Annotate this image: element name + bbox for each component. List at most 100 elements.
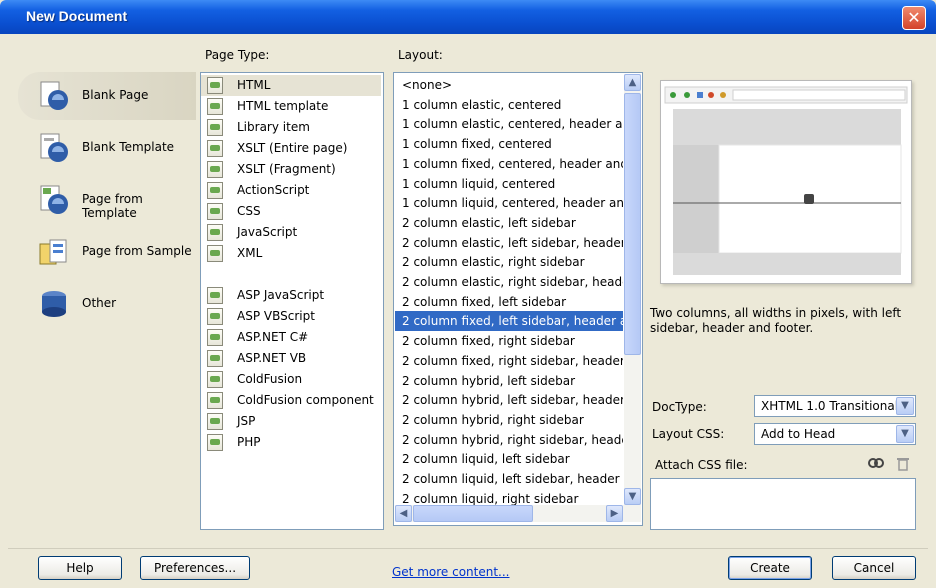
category-label: Page from Sample xyxy=(82,244,192,258)
page-type-item[interactable]: ASP VBScript xyxy=(201,306,381,327)
layout-item[interactable]: 1 column liquid, centered xyxy=(395,174,623,194)
layout-item[interactable]: 2 column elastic, right sidebar, header xyxy=(395,272,623,292)
blank-template-icon xyxy=(38,132,70,164)
horizontal-scroll-thumb[interactable] xyxy=(413,505,533,522)
layout-item[interactable]: 2 column hybrid, left sidebar, header a xyxy=(395,390,623,410)
category-blank-template[interactable]: Blank Template xyxy=(18,124,196,172)
scroll-thumb[interactable] xyxy=(624,93,641,355)
document-icon xyxy=(207,308,223,325)
page-type-item[interactable]: ColdFusion xyxy=(201,369,381,390)
layout-css-value: Add to Head xyxy=(761,427,836,441)
page-type-item-label: JavaScript xyxy=(237,225,298,239)
chevron-down-icon[interactable]: ▼ xyxy=(896,397,914,415)
page-type-item[interactable]: ASP JavaScript xyxy=(201,285,381,306)
page-type-item[interactable]: HTML template xyxy=(201,96,381,117)
page-type-item-label: ColdFusion xyxy=(237,372,303,386)
page-type-item-label: ASP VBScript xyxy=(237,309,315,323)
page-type-item[interactable]: ASP.NET VB xyxy=(201,348,381,369)
trash-icon[interactable] xyxy=(896,456,910,471)
page-type-item[interactable]: ColdFusion component xyxy=(201,390,381,411)
doctype-label: DocType: xyxy=(652,400,707,414)
layout-item[interactable]: 2 column hybrid, right sidebar, header xyxy=(395,430,623,450)
page-type-item[interactable]: XSLT (Fragment) xyxy=(201,159,381,180)
document-icon xyxy=(207,161,223,178)
layout-css-select[interactable]: Add to Head ▼ xyxy=(754,423,916,445)
page-type-label: Page Type: xyxy=(205,48,270,62)
layout-item[interactable]: 1 column fixed, centered, header and f xyxy=(395,154,623,174)
preferences-button[interactable]: Preferences... xyxy=(140,556,250,580)
doctype-value: XHTML 1.0 Transitional xyxy=(761,399,899,413)
link-icon[interactable] xyxy=(868,456,884,470)
layout-item[interactable]: 2 column elastic, left sidebar xyxy=(395,213,623,233)
scroll-right-button[interactable]: ▶ xyxy=(606,505,623,522)
category-blank-page[interactable]: Blank Page xyxy=(18,72,196,120)
title-bar[interactable]: New Document ✕ xyxy=(0,0,936,34)
scroll-left-button[interactable]: ◀ xyxy=(395,505,412,522)
layout-item[interactable]: 2 column fixed, right sidebar, header a xyxy=(395,351,623,371)
document-icon xyxy=(207,224,223,241)
layout-item[interactable]: 2 column elastic, left sidebar, header a xyxy=(395,233,623,253)
layout-item[interactable]: 2 column elastic, right sidebar xyxy=(395,252,623,272)
document-icon xyxy=(207,182,223,199)
scroll-down-button[interactable]: ▼ xyxy=(624,488,641,505)
layout-item[interactable]: <none> xyxy=(395,75,623,95)
layout-item[interactable]: 2 column hybrid, right sidebar xyxy=(395,410,623,430)
page-type-item[interactable]: Library item xyxy=(201,117,381,138)
forward-icon xyxy=(684,92,690,98)
help-button[interactable]: Help xyxy=(38,556,122,580)
layout-item[interactable]: 2 column hybrid, left sidebar xyxy=(395,371,623,391)
close-button[interactable]: ✕ xyxy=(902,6,926,30)
other-icon xyxy=(38,288,70,320)
layout-item[interactable]: 1 column elastic, centered xyxy=(395,95,623,115)
page-type-item[interactable]: CSS xyxy=(201,201,381,222)
page-type-item[interactable]: ASP.NET C# xyxy=(201,327,381,348)
category-other[interactable]: Other xyxy=(18,280,196,328)
home-icon xyxy=(720,92,726,98)
document-icon xyxy=(207,392,223,409)
layout-item[interactable]: 2 column liquid, left sidebar xyxy=(395,449,623,469)
layout-item[interactable]: 2 column liquid, right sidebar xyxy=(395,489,623,505)
category-label: Page from Template xyxy=(82,192,143,220)
chevron-down-icon[interactable]: ▼ xyxy=(896,425,914,443)
page-type-item-label: XSLT (Fragment) xyxy=(237,162,336,176)
blank-page-icon xyxy=(38,80,70,112)
page-type-item-label: JSP xyxy=(237,414,256,428)
document-icon xyxy=(207,140,223,157)
page-type-item[interactable]: XSLT (Entire page) xyxy=(201,138,381,159)
document-icon xyxy=(207,119,223,136)
page-type-item[interactable]: JavaScript xyxy=(201,222,381,243)
category-page-from-sample[interactable]: Page from Sample xyxy=(18,228,196,276)
attach-css-list[interactable] xyxy=(650,478,916,530)
preview-illustration xyxy=(664,86,908,275)
document-icon xyxy=(207,77,223,94)
scroll-up-icon: ▲ xyxy=(628,77,637,88)
layout-item[interactable]: 2 column fixed, left sidebar, header an xyxy=(395,311,623,332)
document-icon xyxy=(207,329,223,346)
page-type-item[interactable]: HTML xyxy=(201,75,381,96)
page-type-item[interactable]: JSP xyxy=(201,411,381,432)
layout-item[interactable]: 1 column fixed, centered xyxy=(395,134,623,154)
create-button[interactable]: Create xyxy=(728,556,812,580)
layout-list[interactable]: <none> 1 column elastic, centered 1 column… xyxy=(393,72,643,526)
document-icon xyxy=(207,413,223,430)
doctype-select[interactable]: XHTML 1.0 Transitional ▼ xyxy=(754,395,916,417)
page-type-item[interactable]: XML xyxy=(201,243,381,264)
layout-item[interactable]: 2 column fixed, left sidebar xyxy=(395,292,623,312)
category-page-from-template[interactable]: Page from Template xyxy=(18,176,196,224)
document-icon xyxy=(207,98,223,115)
page-type-list[interactable]: HTML HTML template Library item XSLT (Entir… xyxy=(200,72,384,530)
layout-vertical-scrollbar[interactable]: ▲ ▼ xyxy=(624,74,641,505)
layout-horizontal-scrollbar[interactable]: ◀ ▶ xyxy=(395,505,641,522)
layout-item[interactable]: 1 column liquid, centered, header and f xyxy=(395,193,623,213)
layout-item[interactable]: 2 column fixed, right sidebar xyxy=(395,331,623,351)
layout-item[interactable]: 1 column elastic, centered, header and xyxy=(395,114,623,134)
page-type-item[interactable]: ActionScript xyxy=(201,180,381,201)
document-icon xyxy=(207,371,223,388)
page-type-item[interactable]: PHP xyxy=(201,432,381,453)
get-more-content-link[interactable]: Get more content... xyxy=(392,565,510,579)
page-from-sample-icon xyxy=(38,236,70,268)
layout-item[interactable]: 2 column liquid, left sidebar, header an xyxy=(395,469,623,489)
layout-description: Two columns, all widths in pixels, with … xyxy=(650,306,902,335)
cancel-button[interactable]: Cancel xyxy=(832,556,916,580)
scroll-up-button[interactable]: ▲ xyxy=(624,74,641,91)
